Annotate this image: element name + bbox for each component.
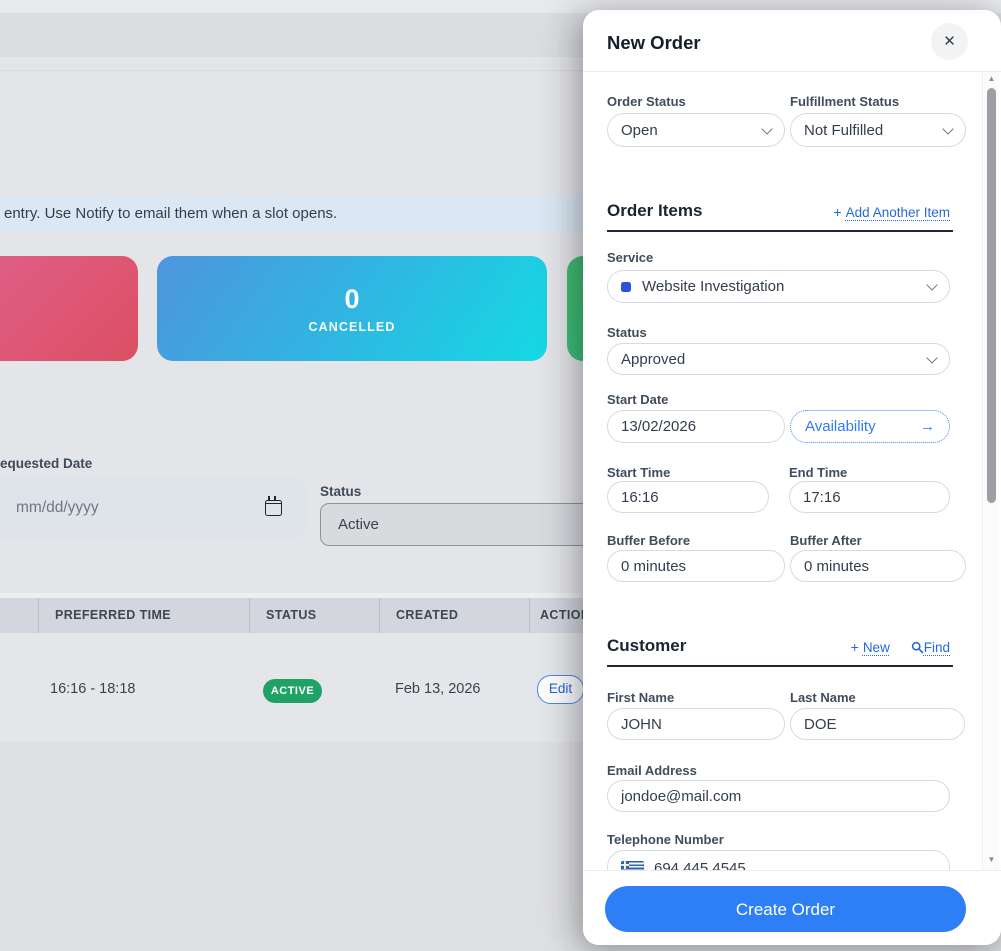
customer-new-link[interactable]: +New bbox=[851, 639, 890, 656]
buffer-before-value: 0 minutes bbox=[621, 558, 686, 575]
scrollbar-thumb[interactable] bbox=[987, 88, 996, 503]
status-filter-label: Status bbox=[320, 484, 361, 499]
customer-title: Customer bbox=[607, 636, 686, 656]
telephone-value: 694 445 4545 bbox=[654, 860, 746, 871]
add-another-item-link[interactable]: +Add Another Item bbox=[825, 204, 950, 222]
plus-icon: + bbox=[833, 204, 841, 220]
telephone-input[interactable]: 694 445 4545 bbox=[607, 850, 950, 870]
edit-button[interactable]: Edit bbox=[537, 675, 584, 704]
email-input[interactable] bbox=[607, 780, 950, 812]
fulfillment-status-value: Not Fulfilled bbox=[804, 122, 883, 139]
chevron-down-icon bbox=[926, 352, 937, 363]
availability-label: Availability bbox=[805, 418, 876, 435]
cancelled-count: 0 bbox=[344, 284, 359, 314]
order-status-value: Open bbox=[621, 122, 658, 139]
chevron-down-icon bbox=[926, 279, 937, 290]
order-status-label: Order Status bbox=[607, 94, 686, 109]
buffer-after-input[interactable]: 0 minutes bbox=[790, 550, 966, 582]
telephone-label: Telephone Number bbox=[607, 832, 724, 847]
arrow-right-icon: → bbox=[920, 418, 935, 435]
header-cell-preferred-time: PREFERRED TIME bbox=[39, 598, 250, 633]
customer-rule bbox=[607, 665, 953, 667]
requested-date-label: equested Date bbox=[0, 456, 92, 471]
scroll-down-icon[interactable]: ▼ bbox=[983, 856, 1000, 864]
modal-scrollbar[interactable]: ▲ ▼ bbox=[982, 72, 999, 870]
end-time-label: End Time bbox=[789, 465, 847, 480]
item-status-select[interactable]: Approved bbox=[607, 343, 950, 375]
last-name-input[interactable] bbox=[790, 708, 965, 740]
create-order-button[interactable]: Create Order bbox=[605, 886, 966, 932]
service-label: Service bbox=[607, 250, 653, 265]
requested-date-input[interactable]: mm/dd/yyyy bbox=[0, 478, 306, 538]
header-cell-empty bbox=[0, 598, 39, 633]
chevron-down-icon bbox=[761, 123, 772, 134]
first-name-input[interactable] bbox=[607, 708, 785, 740]
close-icon: ✕ bbox=[943, 33, 956, 50]
customer-links: +New Find bbox=[763, 639, 950, 657]
close-button[interactable]: ✕ bbox=[931, 23, 968, 60]
stat-card-cancelled: 0 CANCELLED bbox=[157, 256, 547, 361]
service-value: Website Investigation bbox=[642, 278, 784, 295]
scroll-up-icon[interactable]: ▲ bbox=[983, 75, 1000, 83]
buffer-after-value: 0 minutes bbox=[804, 558, 869, 575]
fulfillment-status-select[interactable]: Not Fulfilled bbox=[790, 113, 966, 147]
fulfillment-status-label: Fulfillment Status bbox=[790, 94, 899, 109]
email-label: Email Address bbox=[607, 763, 697, 778]
stat-card-pink bbox=[0, 256, 138, 361]
modal-header: New Order ✕ bbox=[583, 10, 1001, 72]
header-cell-status: STATUS bbox=[250, 598, 380, 633]
start-date-input[interactable] bbox=[607, 410, 785, 443]
item-status-label: Status bbox=[607, 325, 647, 340]
greece-flag-icon bbox=[621, 861, 644, 871]
order-items-rule bbox=[607, 230, 953, 232]
buffer-before-input[interactable]: 0 minutes bbox=[607, 550, 785, 582]
start-time-input[interactable] bbox=[607, 481, 769, 513]
buffer-after-label: Buffer After bbox=[790, 533, 862, 548]
customer-find-link[interactable]: Find bbox=[911, 639, 950, 656]
row-created: Feb 13, 2026 bbox=[395, 681, 480, 697]
modal-footer: Create Order bbox=[583, 870, 1001, 945]
service-select[interactable]: Website Investigation bbox=[607, 270, 950, 303]
calendar-icon[interactable] bbox=[265, 500, 282, 516]
buffer-before-label: Buffer Before bbox=[607, 533, 690, 548]
order-status-select[interactable]: Open bbox=[607, 113, 785, 147]
new-order-modal: New Order ✕ Order Status Fulfillment Sta… bbox=[583, 10, 1001, 945]
last-name-label: Last Name bbox=[790, 690, 856, 705]
modal-body: Order Status Fulfillment Status Open Not… bbox=[583, 72, 983, 870]
status-filter-value: Active bbox=[338, 516, 379, 533]
start-date-label: Start Date bbox=[607, 392, 668, 407]
service-icon bbox=[621, 282, 631, 292]
date-placeholder: mm/dd/yyyy bbox=[16, 499, 265, 517]
chevron-down-icon bbox=[942, 123, 953, 134]
start-time-label: Start Time bbox=[607, 465, 670, 480]
modal-title: New Order bbox=[607, 32, 701, 54]
search-icon bbox=[911, 641, 924, 654]
header-cell-created: CREATED bbox=[380, 598, 530, 633]
order-items-title: Order Items bbox=[607, 201, 702, 221]
row-preferred-time: 16:16 - 18:18 bbox=[50, 681, 135, 697]
notify-banner-text: entry. Use Notify to email them when a s… bbox=[4, 205, 337, 222]
cancelled-label: CANCELLED bbox=[309, 320, 396, 334]
status-badge: ACTIVE bbox=[263, 679, 322, 703]
end-time-input[interactable] bbox=[789, 481, 950, 513]
plus-icon: + bbox=[851, 639, 859, 655]
first-name-label: First Name bbox=[607, 690, 674, 705]
item-status-value: Approved bbox=[621, 351, 685, 368]
availability-button[interactable]: Availability → bbox=[790, 410, 950, 443]
